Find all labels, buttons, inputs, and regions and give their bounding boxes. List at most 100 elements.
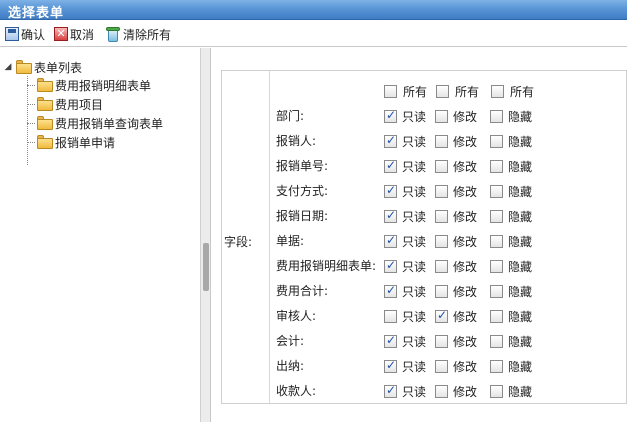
option-hidden[interactable]: 隐藏	[490, 108, 532, 124]
edit-checkbox[interactable]	[435, 184, 448, 198]
option-readonly[interactable]: 只读	[384, 308, 426, 324]
option-hidden[interactable]: 隐藏	[490, 183, 532, 199]
readonly-checkbox[interactable]	[384, 183, 397, 198]
option-readonly[interactable]: 只读	[384, 233, 426, 249]
option-readonly[interactable]: 只读	[384, 333, 426, 349]
tree-collapse-icon[interactable]: ◢	[2, 62, 14, 72]
option-edit[interactable]: 修改	[435, 308, 477, 324]
option-edit[interactable]: 修改	[435, 333, 477, 349]
select-all-edit-checkbox[interactable]	[436, 84, 449, 98]
option-readonly[interactable]: 只读	[384, 108, 426, 124]
select-all-hidden-checkbox[interactable]	[491, 84, 504, 98]
option-readonly[interactable]: 只读	[384, 133, 426, 149]
readonly-label: 只读	[402, 184, 427, 199]
option-edit[interactable]: 修改	[435, 233, 477, 249]
hidden-checkbox[interactable]	[490, 134, 503, 148]
option-hidden[interactable]: 隐藏	[490, 208, 532, 224]
option-hidden[interactable]: 隐藏	[490, 358, 532, 374]
hidden-checkbox[interactable]	[490, 209, 503, 223]
edit-checkbox[interactable]	[435, 109, 448, 123]
tree-item-expense-application[interactable]: 报销单申请	[27, 134, 115, 150]
select-all-edit[interactable]: 所有	[436, 83, 479, 99]
option-readonly[interactable]: 只读	[384, 158, 426, 174]
edit-label: 修改	[453, 259, 478, 274]
readonly-checkbox[interactable]	[384, 208, 397, 223]
edit-checkbox[interactable]	[435, 384, 448, 398]
tree-root[interactable]: ◢ 表单列表	[2, 59, 82, 75]
option-readonly[interactable]: 只读	[384, 208, 426, 224]
hidden-label: 隐藏	[508, 334, 533, 349]
readonly-checkbox[interactable]	[384, 383, 397, 398]
option-hidden[interactable]: 隐藏	[490, 333, 532, 349]
hidden-checkbox[interactable]	[490, 359, 503, 373]
hidden-checkbox[interactable]	[490, 259, 503, 273]
option-edit[interactable]: 修改	[435, 283, 477, 299]
tree-item-expense-items[interactable]: 费用项目	[27, 96, 103, 112]
select-all-readonly[interactable]: 所有	[384, 83, 427, 99]
field-row: 支付方式: 只读 修改 隐藏	[222, 183, 626, 199]
option-hidden[interactable]: 隐藏	[490, 133, 532, 149]
edit-checkbox[interactable]	[435, 284, 448, 298]
edit-checkbox[interactable]	[435, 209, 448, 223]
hidden-checkbox[interactable]	[490, 234, 503, 248]
hidden-checkbox[interactable]	[490, 284, 503, 298]
edit-checkbox[interactable]	[435, 159, 448, 173]
option-edit[interactable]: 修改	[435, 208, 477, 224]
hidden-checkbox[interactable]	[490, 184, 503, 198]
readonly-checkbox[interactable]	[384, 258, 397, 273]
option-edit[interactable]: 修改	[435, 108, 477, 124]
hidden-label: 隐藏	[508, 209, 533, 224]
option-edit[interactable]: 修改	[435, 358, 477, 374]
hidden-checkbox[interactable]	[490, 109, 503, 123]
confirm-button[interactable]: 确认	[5, 25, 45, 43]
option-hidden[interactable]: 隐藏	[490, 283, 532, 299]
readonly-checkbox[interactable]	[384, 283, 397, 298]
readonly-checkbox[interactable]	[384, 333, 397, 348]
clear-all-button[interactable]: 清除所有	[105, 25, 171, 43]
option-readonly[interactable]: 只读	[384, 383, 426, 399]
option-hidden[interactable]: 隐藏	[490, 383, 532, 399]
edit-checkbox[interactable]	[435, 334, 448, 348]
option-hidden[interactable]: 隐藏	[490, 258, 532, 274]
option-edit[interactable]: 修改	[435, 258, 477, 274]
select-all-hidden[interactable]: 所有	[491, 83, 534, 99]
edit-checkbox[interactable]	[435, 234, 448, 248]
tree-item-expense-query-form[interactable]: 费用报销单查询表单	[27, 115, 163, 131]
edit-checkbox[interactable]	[435, 134, 448, 148]
hidden-checkbox[interactable]	[490, 334, 503, 348]
option-readonly[interactable]: 只读	[384, 283, 426, 299]
readonly-label: 只读	[402, 384, 427, 399]
hidden-checkbox[interactable]	[490, 384, 503, 398]
hidden-checkbox[interactable]	[490, 159, 503, 173]
option-hidden[interactable]: 隐藏	[490, 233, 532, 249]
edit-label: 修改	[453, 309, 478, 324]
select-all-readonly-checkbox[interactable]	[384, 84, 397, 98]
readonly-checkbox[interactable]	[384, 358, 397, 373]
tree-item-expense-detail-form[interactable]: 费用报销明细表单	[27, 77, 151, 93]
option-edit[interactable]: 修改	[435, 383, 477, 399]
edit-checkbox[interactable]	[435, 308, 448, 323]
cancel-button-label: 取消	[70, 27, 95, 42]
option-edit[interactable]: 修改	[435, 183, 477, 199]
splitter-handle[interactable]	[203, 243, 209, 291]
select-all-label: 所有	[510, 84, 535, 99]
cancel-button[interactable]: ✕ 取消	[54, 25, 94, 43]
hidden-checkbox[interactable]	[490, 309, 503, 323]
edit-checkbox[interactable]	[435, 259, 448, 273]
field-row: 报销日期: 只读 修改 隐藏	[222, 208, 626, 224]
edit-checkbox[interactable]	[435, 359, 448, 373]
panel-splitter[interactable]	[201, 48, 211, 422]
readonly-checkbox[interactable]	[384, 133, 397, 148]
readonly-checkbox[interactable]	[384, 158, 397, 173]
option-edit[interactable]: 修改	[435, 158, 477, 174]
readonly-checkbox[interactable]	[384, 233, 397, 248]
option-hidden[interactable]: 隐藏	[490, 158, 532, 174]
recycle-bin-icon	[105, 26, 121, 42]
readonly-checkbox[interactable]	[384, 309, 397, 323]
option-readonly[interactable]: 只读	[384, 358, 426, 374]
option-readonly[interactable]: 只读	[384, 258, 426, 274]
option-hidden[interactable]: 隐藏	[490, 308, 532, 324]
option-edit[interactable]: 修改	[435, 133, 477, 149]
readonly-checkbox[interactable]	[384, 108, 397, 123]
option-readonly[interactable]: 只读	[384, 183, 426, 199]
